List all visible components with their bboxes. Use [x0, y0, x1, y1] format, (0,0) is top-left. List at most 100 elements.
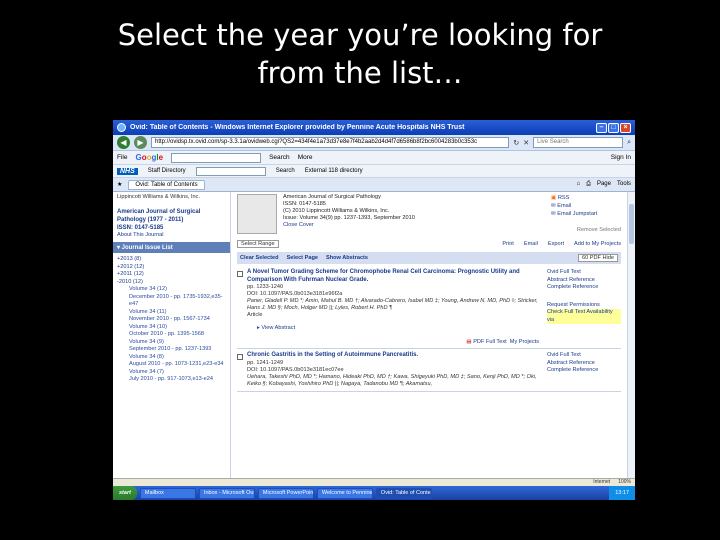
sign-in-link[interactable]: Sign In: [611, 154, 631, 161]
print-icon[interactable]: ⎙: [586, 181, 591, 188]
print-button[interactable]: Print: [502, 241, 514, 247]
left-sidebar: Lippincott Williams & Wilkins, Inc. Amer…: [113, 192, 231, 478]
taskbar-item[interactable]: Microsoft PowerPoint...: [257, 487, 314, 499]
status-bar: Internet 100%: [113, 478, 635, 486]
search-icon[interactable]: ⌕: [627, 139, 631, 147]
journal-issn: ISSN: 0147-5185: [283, 201, 326, 207]
pdf-icon: ▤: [466, 339, 472, 345]
volume-item[interactable]: Volume 34 (10): [117, 324, 226, 332]
year-item[interactable]: +2011 (12): [117, 271, 226, 279]
window-title: Ovid: Table of Contents - Windows Intern…: [130, 124, 465, 131]
article-title[interactable]: A Novel Tumor Grading Scheme for Chromop…: [247, 269, 543, 284]
issue-item[interactable]: December 2010 - pp. 1735-1932,e35-e47: [117, 294, 226, 309]
vertical-scrollbar[interactable]: [627, 192, 635, 478]
page-menu[interactable]: Page: [597, 181, 611, 188]
refresh-icon[interactable]: ↻: [513, 139, 519, 147]
pdf-full-text-link[interactable]: PDF Full Text: [473, 339, 506, 345]
live-search-input[interactable]: Live Search: [533, 137, 624, 148]
results-toolbar: Select Range Print Email Export Add to M…: [237, 238, 621, 250]
year-item[interactable]: -2010 (12): [117, 279, 226, 287]
external-directory-link[interactable]: External 118 directory: [305, 168, 363, 174]
zoom-level[interactable]: 100%: [618, 479, 631, 486]
check-availability-link[interactable]: Check Full Text Availability via: [547, 309, 621, 324]
close-icon[interactable]: ×: [620, 122, 631, 133]
pdf-links: ▤ PDF Full Text My Projects: [247, 339, 543, 345]
taskbar-item[interactable]: Welcome to Pennine...: [316, 487, 373, 499]
journal-name[interactable]: American Journal of Surgical Pathology (…: [117, 208, 226, 224]
about-journal-link[interactable]: About This Journal: [117, 232, 226, 238]
article-checkbox[interactable]: [237, 271, 243, 277]
show-abstracts-button[interactable]: Show Abstracts: [326, 255, 368, 261]
volume-item[interactable]: Volume 34 (8): [117, 354, 226, 362]
maximize-icon[interactable]: □: [608, 122, 619, 133]
email-icon: ✉: [551, 203, 556, 209]
article-authors: Uehara, Takeshi PhD, MD *; Hamano, Hidea…: [247, 373, 537, 387]
request-permissions-link[interactable]: Request Permissions: [547, 302, 621, 310]
add-to-projects-button[interactable]: Add to My Projects: [574, 241, 621, 247]
slide-title: Select the year you’re looking for from …: [60, 16, 660, 92]
rss-link[interactable]: ▣ RSS: [551, 194, 621, 202]
home-icon[interactable]: ⌂: [577, 181, 581, 188]
favorites-star-icon[interactable]: ★: [117, 181, 122, 188]
google-more-button[interactable]: More: [298, 154, 313, 161]
address-input[interactable]: http://ovidsp.tx.ovid.com/sp-3.3.1a/ovid…: [151, 137, 510, 148]
slide-title-line-1: Select the year you’re looking for: [117, 18, 603, 52]
minimize-icon[interactable]: –: [596, 122, 607, 133]
issue-item[interactable]: August 2010 - pp. 1073-1231,e23-e34: [117, 361, 226, 369]
ovid-full-text-link[interactable]: Ovid Full Text: [547, 269, 621, 277]
pdf-display-select[interactable]: 60 PDF Hide: [577, 254, 618, 262]
journal-issn: ISSN: 0147-5185: [117, 225, 164, 231]
nhs-search-input[interactable]: [195, 166, 266, 176]
clear-selected-button[interactable]: Clear Selected: [240, 255, 279, 261]
email-link[interactable]: ✉ Email: [551, 202, 621, 210]
google-toolbar: File Google Search More Sign In: [113, 151, 635, 165]
volume-item[interactable]: Volume 34 (7): [117, 369, 226, 377]
complete-reference-link[interactable]: Complete Reference: [547, 367, 621, 375]
tab-ovid-toc[interactable]: Ovid: Table of Contents: [128, 179, 205, 190]
abstract-reference-link[interactable]: Abstract Reference: [547, 360, 621, 368]
remove-selected-link[interactable]: Remove Selected: [551, 226, 621, 234]
menu-file[interactable]: File: [117, 154, 127, 161]
select-range-input[interactable]: Select Range: [237, 240, 279, 248]
google-search-input[interactable]: [171, 152, 262, 163]
email-button[interactable]: Email: [524, 241, 538, 247]
export-button[interactable]: Export: [548, 241, 564, 247]
nhs-logo: NHS: [117, 167, 138, 175]
article-title[interactable]: Chronic Gastritis in the Setting of Auto…: [247, 352, 543, 360]
taskbar-item[interactable]: Ovid: Table of Conte...: [375, 487, 432, 499]
issue-item[interactable]: September 2010 - pp. 1237-1393: [117, 346, 226, 354]
google-search-button[interactable]: Search: [269, 154, 290, 161]
my-projects-link[interactable]: My Projects: [510, 339, 539, 345]
volume-item[interactable]: Volume 34 (9): [117, 339, 226, 347]
clock: 13:17: [615, 490, 629, 496]
volume-item[interactable]: Volume 34 (12): [117, 286, 226, 294]
nhs-search-button[interactable]: Search: [276, 168, 295, 174]
issue-item[interactable]: July 2010 - pp. 917-1073,e13-e24: [117, 376, 226, 384]
article-checkbox[interactable]: [237, 354, 243, 360]
journal-issue-list-header[interactable]: ▾ Journal Issue List: [113, 242, 230, 253]
taskbar-item[interactable]: Mailbox: [139, 487, 196, 499]
year-item[interactable]: +2013 (8): [117, 256, 226, 264]
ovid-full-text-link[interactable]: Ovid Full Text: [547, 352, 621, 360]
complete-reference-link[interactable]: Complete Reference: [547, 284, 621, 292]
article-type: Article: [247, 312, 263, 318]
issue-item[interactable]: October 2010 - pp. 1395-1568: [117, 331, 226, 339]
stop-icon[interactable]: ✕: [523, 139, 529, 147]
abstract-reference-link[interactable]: Abstract Reference: [547, 277, 621, 285]
staff-directory-link[interactable]: Staff Directory: [148, 168, 186, 174]
select-page-button[interactable]: Select Page: [287, 255, 318, 261]
volume-item[interactable]: Volume 34 (11): [117, 309, 226, 317]
article-doi: DOI: 10.1097/PAS.0b013e3181ec07ee: [247, 366, 344, 373]
year-item[interactable]: +2012 (12): [117, 264, 226, 272]
forward-icon[interactable]: ▶: [134, 136, 147, 149]
issue-item[interactable]: November 2010 - pp. 1567-1734: [117, 316, 226, 324]
taskbar-item[interactable]: Inbox - Microsoft Out...: [198, 487, 255, 499]
tools-menu[interactable]: Tools: [617, 181, 631, 188]
start-button[interactable]: start: [113, 486, 137, 500]
close-cover-link[interactable]: Close Cover: [283, 222, 545, 229]
scrollbar-thumb[interactable]: [629, 204, 634, 244]
article-links: Ovid Full Text Abstract Reference Comple…: [547, 352, 621, 388]
email-jumpstart-link[interactable]: ✉ Email Jumpstart: [551, 210, 621, 218]
view-abstract-link[interactable]: ▸ View Abstract: [257, 325, 543, 331]
back-icon[interactable]: ◀: [117, 136, 130, 149]
